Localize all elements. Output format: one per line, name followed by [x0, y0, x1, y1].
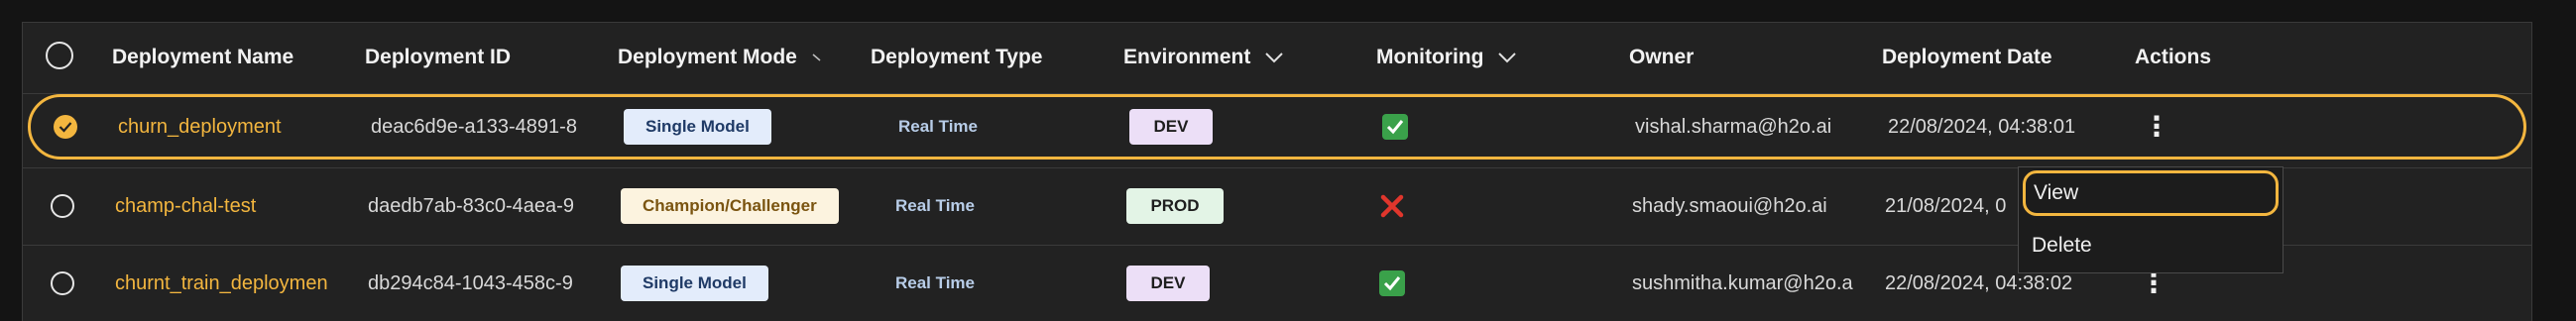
row-radio[interactable] — [54, 97, 77, 157]
menu-item-view[interactable]: View — [2023, 170, 2279, 216]
environment-badge: DEV — [1129, 97, 1213, 157]
owner-email: shady.smaoui@h2o.ai — [1632, 194, 1827, 217]
chevron-down-icon[interactable] — [1497, 22, 1517, 93]
mode-label: Champion/Challenger — [621, 188, 839, 224]
environment-label: PROD — [1126, 188, 1224, 224]
more-vertical-icon[interactable]: ⋮ — [2140, 269, 2167, 297]
actions-menu: View Delete — [2018, 166, 2283, 273]
owner-email: vishal.sharma@h2o.ai — [1635, 115, 1832, 138]
monitoring-status — [1379, 246, 1405, 321]
deployment-type: Real Time — [895, 196, 976, 215]
row-radio[interactable] — [51, 168, 74, 244]
deployment-name-link[interactable]: champ-chal-test — [115, 168, 353, 244]
deployment-type: Real Time — [895, 273, 976, 292]
table-header: Deployment Name Deployment ID Deployment… — [22, 22, 2532, 93]
deployment-mode-badge: Single Model — [621, 246, 768, 321]
header-deployment-name[interactable]: Deployment Name — [112, 22, 293, 93]
header-environment[interactable]: Environment — [1123, 22, 1284, 93]
environment-badge: PROD — [1126, 168, 1224, 244]
chevron-down-icon[interactable] — [1264, 22, 1284, 93]
row-radio[interactable] — [51, 246, 74, 321]
environment-label: DEV — [1129, 109, 1213, 145]
deployment-name-link[interactable]: churn_deployment — [118, 97, 356, 157]
deployment-date: 22/08/2024, 04:38:01 — [1888, 115, 2076, 138]
header-deployment-mode[interactable]: Deployment Mode — [618, 22, 823, 93]
check-icon — [1379, 270, 1405, 296]
monitoring-status — [1382, 97, 1408, 157]
deployment-name-link[interactable]: churnt_train_deploymen — [115, 246, 353, 321]
header-owner[interactable]: Owner — [1629, 22, 1694, 93]
header-monitoring-label: Monitoring — [1376, 46, 1484, 68]
check-icon — [59, 122, 72, 133]
header-environment-label: Environment — [1123, 46, 1251, 68]
deployment-id: db294c84-1043-458c-9 — [368, 271, 573, 294]
monitoring-status — [1379, 168, 1405, 244]
sort-arrow-icon[interactable] — [811, 22, 823, 93]
row-actions-button[interactable]: ⋮ — [2143, 97, 2170, 157]
more-vertical-icon[interactable]: ⋮ — [2143, 113, 2170, 141]
header-deployment-mode-label: Deployment Mode — [618, 46, 797, 68]
deployment-id: deac6d9e-a133-4891-8 — [371, 115, 577, 138]
header-deployment-date[interactable]: Deployment Date — [1882, 22, 2052, 93]
deployment-id: daedb7ab-83c0-4aea-9 — [368, 194, 574, 217]
menu-item-delete[interactable]: Delete — [2019, 221, 2283, 270]
environment-badge: DEV — [1126, 246, 1210, 321]
mode-label: Single Model — [621, 266, 768, 301]
check-icon — [1382, 114, 1408, 140]
header-actions: Actions — [2135, 46, 2212, 68]
deployment-type: Real Time — [898, 117, 979, 136]
select-all-checkbox[interactable] — [46, 42, 73, 73]
cross-icon — [1380, 194, 1404, 218]
owner-email: sushmitha.kumar@h2o.a — [1632, 271, 1853, 294]
table-row[interactable]: churn_deployment deac6d9e-a133-4891-8 Si… — [28, 94, 2526, 160]
header-deployment-id[interactable]: Deployment ID — [365, 22, 511, 93]
header-monitoring[interactable]: Monitoring — [1376, 22, 1517, 93]
header-deployment-type[interactable]: Deployment Type — [871, 22, 1042, 93]
deployment-mode-badge: Champion/Challenger — [621, 168, 839, 244]
mode-label: Single Model — [624, 109, 771, 145]
deployment-mode-badge: Single Model — [624, 97, 771, 157]
environment-label: DEV — [1126, 266, 1210, 301]
